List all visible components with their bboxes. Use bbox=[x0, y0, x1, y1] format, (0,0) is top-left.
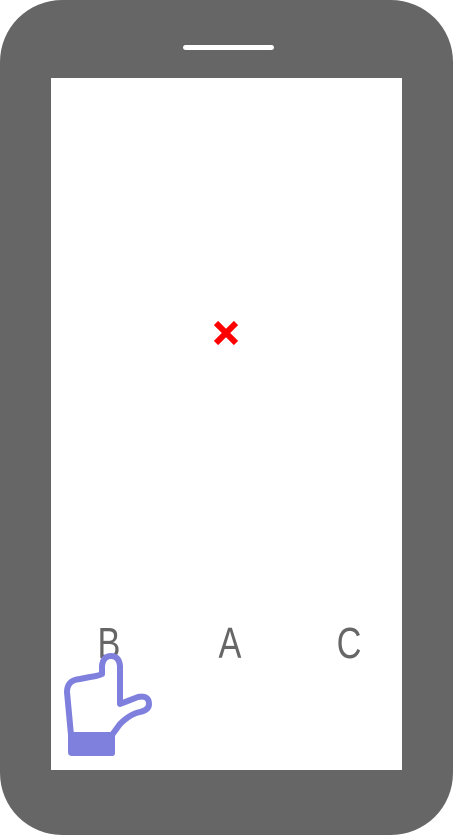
phone-speaker bbox=[183, 45, 274, 50]
close-x-icon bbox=[213, 320, 239, 346]
option-c[interactable]: C bbox=[326, 620, 373, 668]
option-a[interactable]: A bbox=[207, 620, 254, 668]
pointing-hand-icon bbox=[64, 653, 152, 756]
